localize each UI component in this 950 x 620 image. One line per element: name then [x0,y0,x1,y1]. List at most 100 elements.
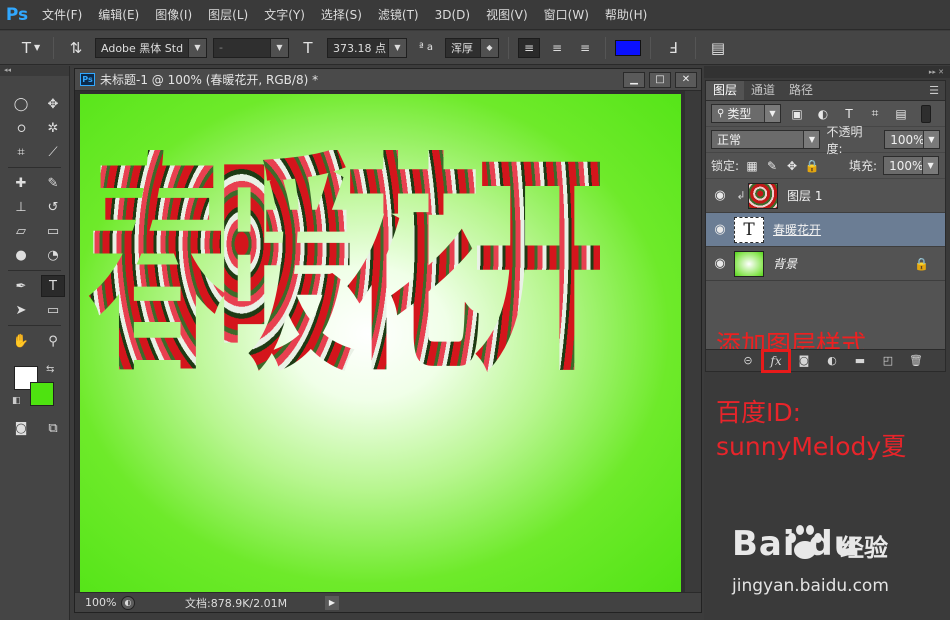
warp-text-icon[interactable]: Ⅎ [660,36,686,60]
antialias-select[interactable]: 浑厚 ◆ [445,37,499,58]
eye-icon[interactable]: ◉ [706,188,734,203]
canvas-text: 春暖花开 [88,129,610,404]
status-info-icon[interactable]: ◐ [121,595,135,610]
add-mask-icon[interactable]: ◙ [793,353,815,369]
separator [8,167,61,168]
swap-colors-icon[interactable]: ⇆ [46,364,54,375]
menu-image[interactable]: 图像(I) [147,0,200,30]
default-colors-icon[interactable]: ◧ [12,396,21,406]
menu-3d[interactable]: 3D(D) [427,0,478,30]
layer-row-text[interactable]: ◉ T 春暖花开 [706,213,945,247]
menu-file[interactable]: 文件(F) [34,0,90,30]
type-tool-preset-icon[interactable]: T ▼ [18,36,44,60]
path-selection-icon[interactable]: ➤ [9,299,33,321]
menu-window[interactable]: 窗口(W) [536,0,597,30]
options-bar: T ▼ ⇅ Adobe 黑体 Std ▼ - ▼ T 373.18 点 ▼ ª a 浑厚… [0,31,950,65]
tab-paths[interactable]: 路径 [782,81,820,100]
hand-icon[interactable]: ✋ [9,330,33,352]
clone-stamp-icon[interactable]: ⊥ [9,196,33,218]
dodge-icon[interactable]: ◔ [41,244,65,266]
canvas[interactable]: 春暖花开 [80,94,681,594]
lock-position-icon[interactable]: ✥ [785,157,799,175]
toggle-text-orientation-icon[interactable]: ⇅ [63,36,89,60]
new-layer-icon[interactable]: ◰ [877,353,899,369]
opacity-field[interactable]: 100% ▼ [884,130,940,149]
blend-mode-select[interactable]: 正常 ▼ [711,130,821,149]
pen-icon[interactable]: ✒ [9,275,33,297]
layer-filter-select[interactable]: ⚲ 类型 ▼ [711,104,781,123]
menu-type[interactable]: 文字(Y) [256,0,313,30]
gradient-icon[interactable]: ▭ [41,220,65,242]
align-right-button[interactable]: ≡ [574,38,596,58]
quick-mask-icon[interactable]: ◙ [9,417,33,439]
separator [695,36,696,59]
panel-menu-icon[interactable]: ☰ [929,81,939,100]
zoom-icon[interactable]: ⚲ [41,330,65,352]
new-group-icon[interactable]: ▬ [849,353,871,369]
menu-filter[interactable]: 滤镜(T) [370,0,427,30]
maximize-button[interactable]: □ [649,71,671,88]
font-style-select[interactable]: - ▼ [213,37,289,58]
collapse-icon[interactable]: ◂◂ [0,66,69,76]
tools-panel: ◂◂ ◯ ✥ ഠ ✲ ⌗ ⟋ ✚ ✎ ⊥ ↺ ▱ ▭ ● ◔ ✒ T ➤ ▭ ✋ ⚲ ⇆ ◧ ◙ ⧉ [0,66,70,620]
type-tool-icon[interactable]: T [41,275,65,297]
lock-transparent-icon[interactable]: ▦ [745,157,759,175]
eraser-icon[interactable]: ▱ [9,220,33,242]
right-panel-dock: ▸▸ ✕ 图层 通道 路径 ☰ ⚲ 类型 ▼ ▣ ◐ T ⌗ ▤ 正常 ▼ 不透明度:… [704,66,950,620]
font-size-select[interactable]: 373.18 点 ▼ [327,37,407,58]
lock-label: 锁定: [711,159,740,173]
filter-shape-icon[interactable]: ⌗ [865,105,885,123]
document-titlebar[interactable]: Ps 未标题-1 @ 100% (春暖花开, RGB/8) * ▁ □ ✕ [75,69,701,91]
lock-all-icon[interactable]: 🔒 [805,157,820,175]
text-color-swatch[interactable] [615,39,641,56]
watermark-url: jingyan.baidu.com [732,576,889,596]
filter-adjustment-icon[interactable]: ◐ [813,105,833,123]
history-brush-icon[interactable]: ↺ [41,196,65,218]
vertical-scrollbar[interactable] [685,91,701,594]
healing-brush-icon[interactable]: ✚ [9,172,33,194]
tab-channels[interactable]: 通道 [744,81,782,100]
font-family-select[interactable]: Adobe 黑体 Std ▼ [95,37,207,58]
move-icon[interactable]: ✥ [41,93,65,115]
menu-select[interactable]: 选择(S) [313,0,370,30]
eye-icon[interactable]: ◉ [706,222,734,237]
lasso-icon[interactable]: ഠ [9,117,33,139]
eye-icon[interactable]: ◉ [706,256,734,271]
text-layer-thumbnail: T [734,216,764,243]
background-color-swatch[interactable] [30,382,54,406]
filter-pixel-icon[interactable]: ▣ [787,105,807,123]
chevron-down-icon: ▼ [803,131,820,148]
layer-row-layer1[interactable]: ◉ ↲ 图层 1 [706,179,945,213]
align-left-button[interactable]: ≡ [518,37,540,58]
filter-type-icon[interactable]: T [839,105,859,123]
lock-pixels-icon[interactable]: ✎ [765,157,779,175]
panel-collapse-icon[interactable]: ▸▸ ✕ [704,66,950,78]
character-panel-icon[interactable]: ▤ [705,36,731,60]
screen-mode-icon[interactable]: ⧉ [41,417,65,439]
link-layers-icon[interactable]: ⊝ [737,353,759,369]
adjustment-layer-icon[interactable]: ◐ [821,353,843,369]
magic-wand-icon[interactable]: ✲ [41,117,65,139]
minimize-button[interactable]: ▁ [623,71,645,88]
add-layer-style-button[interactable]: fx [761,348,791,373]
rectangle-icon[interactable]: ▭ [41,299,65,321]
brush-icon[interactable]: ✎ [41,172,65,194]
tab-layers[interactable]: 图层 [706,81,745,100]
menu-edit[interactable]: 编辑(E) [90,0,147,30]
close-button[interactable]: ✕ [675,71,697,88]
delete-layer-icon[interactable]: 🗑 [905,353,927,369]
menu-layer[interactable]: 图层(L) [200,0,256,30]
elliptical-marquee-icon[interactable]: ◯ [9,93,33,115]
zoom-level[interactable]: 100% [75,596,121,609]
eyedropper-icon[interactable]: ⟋ [41,141,65,163]
menu-view[interactable]: 视图(V) [478,0,536,30]
menu-help[interactable]: 帮助(H) [597,0,655,30]
align-center-button[interactable]: ≡ [546,38,568,58]
filter-smart-object-icon[interactable]: ▤ [891,105,911,123]
fill-field[interactable]: 100% ▼ [883,156,940,175]
filter-toggle[interactable] [921,104,931,123]
status-menu-arrow-icon[interactable]: ▶ [325,595,339,610]
blur-icon[interactable]: ● [9,244,33,266]
layer-row-background[interactable]: ◉ 背景 🔒 [706,247,945,281]
crop-icon[interactable]: ⌗ [9,141,33,163]
